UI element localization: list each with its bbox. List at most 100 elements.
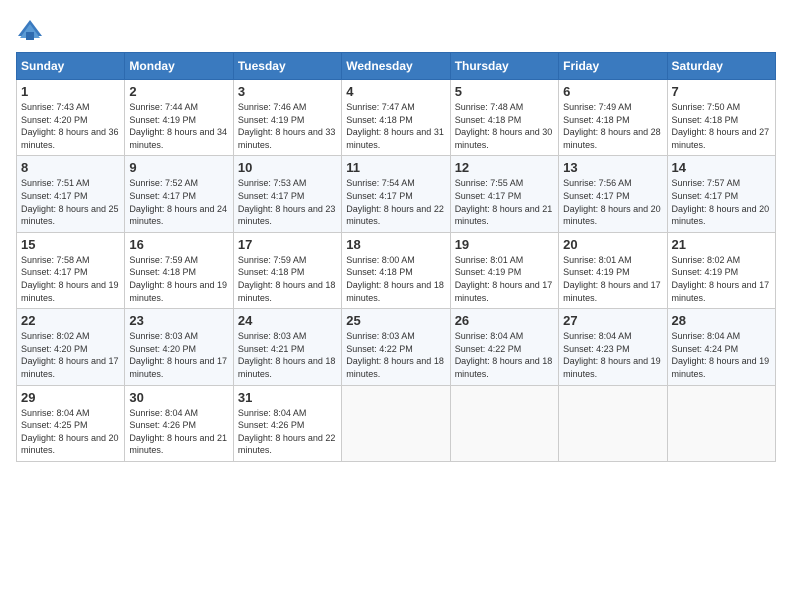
calendar-cell: 13 Sunrise: 7:56 AM Sunset: 4:17 PM Dayl… bbox=[559, 156, 667, 232]
day-number: 21 bbox=[672, 237, 771, 252]
col-header-friday: Friday bbox=[559, 53, 667, 80]
day-info: Sunrise: 7:52 AM Sunset: 4:17 PM Dayligh… bbox=[129, 177, 228, 227]
day-info: Sunrise: 8:03 AM Sunset: 4:20 PM Dayligh… bbox=[129, 330, 228, 380]
day-info: Sunrise: 7:51 AM Sunset: 4:17 PM Dayligh… bbox=[21, 177, 120, 227]
day-number: 10 bbox=[238, 160, 337, 175]
calendar-cell: 9 Sunrise: 7:52 AM Sunset: 4:17 PM Dayli… bbox=[125, 156, 233, 232]
day-number: 18 bbox=[346, 237, 445, 252]
day-info: Sunrise: 7:59 AM Sunset: 4:18 PM Dayligh… bbox=[238, 254, 337, 304]
day-number: 20 bbox=[563, 237, 662, 252]
calendar-cell: 19 Sunrise: 8:01 AM Sunset: 4:19 PM Dayl… bbox=[450, 232, 558, 308]
logo bbox=[16, 16, 48, 44]
day-number: 11 bbox=[346, 160, 445, 175]
logo-icon bbox=[16, 16, 44, 44]
week-row-3: 15 Sunrise: 7:58 AM Sunset: 4:17 PM Dayl… bbox=[17, 232, 776, 308]
calendar-cell: 5 Sunrise: 7:48 AM Sunset: 4:18 PM Dayli… bbox=[450, 80, 558, 156]
calendar-cell: 17 Sunrise: 7:59 AM Sunset: 4:18 PM Dayl… bbox=[233, 232, 341, 308]
day-info: Sunrise: 8:04 AM Sunset: 4:22 PM Dayligh… bbox=[455, 330, 554, 380]
week-row-2: 8 Sunrise: 7:51 AM Sunset: 4:17 PM Dayli… bbox=[17, 156, 776, 232]
calendar-cell: 18 Sunrise: 8:00 AM Sunset: 4:18 PM Dayl… bbox=[342, 232, 450, 308]
day-number: 3 bbox=[238, 84, 337, 99]
calendar-cell: 31 Sunrise: 8:04 AM Sunset: 4:26 PM Dayl… bbox=[233, 385, 341, 461]
calendar-cell: 2 Sunrise: 7:44 AM Sunset: 4:19 PM Dayli… bbox=[125, 80, 233, 156]
calendar-cell: 14 Sunrise: 7:57 AM Sunset: 4:17 PM Dayl… bbox=[667, 156, 775, 232]
day-info: Sunrise: 7:47 AM Sunset: 4:18 PM Dayligh… bbox=[346, 101, 445, 151]
day-info: Sunrise: 8:02 AM Sunset: 4:20 PM Dayligh… bbox=[21, 330, 120, 380]
calendar-cell: 16 Sunrise: 7:59 AM Sunset: 4:18 PM Dayl… bbox=[125, 232, 233, 308]
day-number: 22 bbox=[21, 313, 120, 328]
week-row-4: 22 Sunrise: 8:02 AM Sunset: 4:20 PM Dayl… bbox=[17, 309, 776, 385]
calendar-cell: 26 Sunrise: 8:04 AM Sunset: 4:22 PM Dayl… bbox=[450, 309, 558, 385]
day-number: 2 bbox=[129, 84, 228, 99]
calendar-cell: 7 Sunrise: 7:50 AM Sunset: 4:18 PM Dayli… bbox=[667, 80, 775, 156]
calendar-cell: 20 Sunrise: 8:01 AM Sunset: 4:19 PM Dayl… bbox=[559, 232, 667, 308]
day-number: 4 bbox=[346, 84, 445, 99]
calendar-cell bbox=[342, 385, 450, 461]
day-info: Sunrise: 8:04 AM Sunset: 4:25 PM Dayligh… bbox=[21, 407, 120, 457]
calendar-cell: 12 Sunrise: 7:55 AM Sunset: 4:17 PM Dayl… bbox=[450, 156, 558, 232]
day-number: 29 bbox=[21, 390, 120, 405]
day-info: Sunrise: 7:59 AM Sunset: 4:18 PM Dayligh… bbox=[129, 254, 228, 304]
day-number: 25 bbox=[346, 313, 445, 328]
day-info: Sunrise: 7:48 AM Sunset: 4:18 PM Dayligh… bbox=[455, 101, 554, 151]
day-info: Sunrise: 7:53 AM Sunset: 4:17 PM Dayligh… bbox=[238, 177, 337, 227]
calendar-cell bbox=[667, 385, 775, 461]
day-info: Sunrise: 8:01 AM Sunset: 4:19 PM Dayligh… bbox=[455, 254, 554, 304]
day-number: 17 bbox=[238, 237, 337, 252]
day-number: 23 bbox=[129, 313, 228, 328]
day-info: Sunrise: 8:04 AM Sunset: 4:26 PM Dayligh… bbox=[129, 407, 228, 457]
day-number: 13 bbox=[563, 160, 662, 175]
day-number: 12 bbox=[455, 160, 554, 175]
day-info: Sunrise: 8:04 AM Sunset: 4:24 PM Dayligh… bbox=[672, 330, 771, 380]
day-info: Sunrise: 7:54 AM Sunset: 4:17 PM Dayligh… bbox=[346, 177, 445, 227]
day-number: 27 bbox=[563, 313, 662, 328]
day-info: Sunrise: 7:55 AM Sunset: 4:17 PM Dayligh… bbox=[455, 177, 554, 227]
day-info: Sunrise: 8:04 AM Sunset: 4:26 PM Dayligh… bbox=[238, 407, 337, 457]
day-number: 16 bbox=[129, 237, 228, 252]
calendar-cell: 22 Sunrise: 8:02 AM Sunset: 4:20 PM Dayl… bbox=[17, 309, 125, 385]
day-number: 9 bbox=[129, 160, 228, 175]
day-number: 6 bbox=[563, 84, 662, 99]
calendar-cell: 1 Sunrise: 7:43 AM Sunset: 4:20 PM Dayli… bbox=[17, 80, 125, 156]
col-header-wednesday: Wednesday bbox=[342, 53, 450, 80]
day-number: 24 bbox=[238, 313, 337, 328]
calendar-cell: 11 Sunrise: 7:54 AM Sunset: 4:17 PM Dayl… bbox=[342, 156, 450, 232]
day-number: 31 bbox=[238, 390, 337, 405]
calendar-cell bbox=[450, 385, 558, 461]
calendar-cell: 15 Sunrise: 7:58 AM Sunset: 4:17 PM Dayl… bbox=[17, 232, 125, 308]
week-row-1: 1 Sunrise: 7:43 AM Sunset: 4:20 PM Dayli… bbox=[17, 80, 776, 156]
day-number: 15 bbox=[21, 237, 120, 252]
calendar-cell: 27 Sunrise: 8:04 AM Sunset: 4:23 PM Dayl… bbox=[559, 309, 667, 385]
day-number: 19 bbox=[455, 237, 554, 252]
day-info: Sunrise: 7:49 AM Sunset: 4:18 PM Dayligh… bbox=[563, 101, 662, 151]
col-header-saturday: Saturday bbox=[667, 53, 775, 80]
day-number: 5 bbox=[455, 84, 554, 99]
calendar-cell: 25 Sunrise: 8:03 AM Sunset: 4:22 PM Dayl… bbox=[342, 309, 450, 385]
day-info: Sunrise: 7:43 AM Sunset: 4:20 PM Dayligh… bbox=[21, 101, 120, 151]
day-info: Sunrise: 7:56 AM Sunset: 4:17 PM Dayligh… bbox=[563, 177, 662, 227]
day-number: 30 bbox=[129, 390, 228, 405]
calendar-cell: 28 Sunrise: 8:04 AM Sunset: 4:24 PM Dayl… bbox=[667, 309, 775, 385]
col-header-monday: Monday bbox=[125, 53, 233, 80]
day-info: Sunrise: 8:02 AM Sunset: 4:19 PM Dayligh… bbox=[672, 254, 771, 304]
day-number: 1 bbox=[21, 84, 120, 99]
col-header-sunday: Sunday bbox=[17, 53, 125, 80]
day-info: Sunrise: 8:00 AM Sunset: 4:18 PM Dayligh… bbox=[346, 254, 445, 304]
calendar-table: SundayMondayTuesdayWednesdayThursdayFrid… bbox=[16, 52, 776, 462]
page-header bbox=[16, 16, 776, 44]
day-number: 28 bbox=[672, 313, 771, 328]
day-info: Sunrise: 7:58 AM Sunset: 4:17 PM Dayligh… bbox=[21, 254, 120, 304]
calendar-cell: 21 Sunrise: 8:02 AM Sunset: 4:19 PM Dayl… bbox=[667, 232, 775, 308]
calendar-cell: 23 Sunrise: 8:03 AM Sunset: 4:20 PM Dayl… bbox=[125, 309, 233, 385]
col-header-tuesday: Tuesday bbox=[233, 53, 341, 80]
col-header-thursday: Thursday bbox=[450, 53, 558, 80]
week-row-5: 29 Sunrise: 8:04 AM Sunset: 4:25 PM Dayl… bbox=[17, 385, 776, 461]
day-info: Sunrise: 8:03 AM Sunset: 4:21 PM Dayligh… bbox=[238, 330, 337, 380]
calendar-cell bbox=[559, 385, 667, 461]
calendar-cell: 4 Sunrise: 7:47 AM Sunset: 4:18 PM Dayli… bbox=[342, 80, 450, 156]
day-info: Sunrise: 8:03 AM Sunset: 4:22 PM Dayligh… bbox=[346, 330, 445, 380]
calendar-cell: 30 Sunrise: 8:04 AM Sunset: 4:26 PM Dayl… bbox=[125, 385, 233, 461]
day-number: 8 bbox=[21, 160, 120, 175]
day-info: Sunrise: 8:04 AM Sunset: 4:23 PM Dayligh… bbox=[563, 330, 662, 380]
calendar-cell: 3 Sunrise: 7:46 AM Sunset: 4:19 PM Dayli… bbox=[233, 80, 341, 156]
